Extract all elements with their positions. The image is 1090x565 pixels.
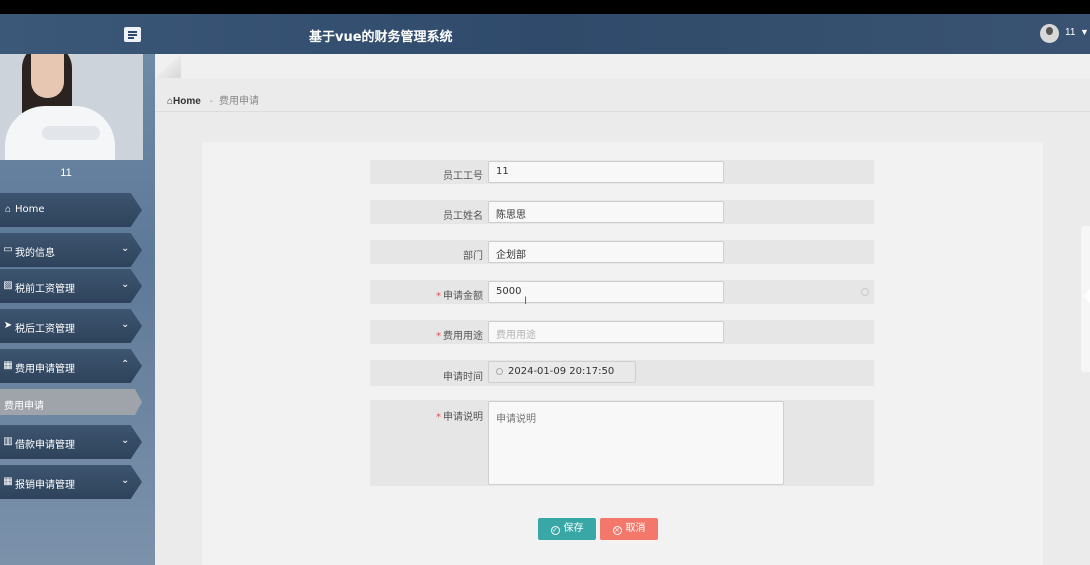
apply-time-label: 申请时间 — [443, 372, 483, 383]
profile-name: 11 — [60, 167, 72, 179]
divider — [155, 111, 1090, 112]
chevron-down-icon: ⌄ — [121, 279, 130, 290]
chevron-down-icon: ⌄ — [121, 475, 130, 486]
profile-photo — [0, 54, 143, 160]
chevron-down-icon: ⌄ — [121, 243, 130, 254]
sidebar-item-label: 我的信息 — [15, 248, 55, 259]
main-content: ⌂Home - 费用申请 员工工号 11 员工姓名 陈思思 部门 企划部 * 申请金… — [155, 54, 1090, 565]
clear-icon[interactable] — [861, 288, 869, 296]
app-title: 基于vue的财务管理系统 — [309, 30, 453, 45]
breadcrumb-current: 费用申请 — [218, 96, 259, 107]
sidebar-item-label: 税前工资管理 — [15, 284, 75, 295]
sidebar-item-expense-apply[interactable]: ▦ 费用申请管理 ⌃ — [0, 349, 142, 383]
grid-icon: ▦ — [3, 476, 13, 487]
save-button[interactable]: ✓ 保存 — [538, 518, 596, 540]
menu-toggle-icon[interactable] — [124, 27, 141, 42]
description-textarea[interactable] — [488, 401, 784, 485]
text-cursor-icon: I — [524, 295, 528, 307]
caret-down-icon[interactable]: ▼ — [1080, 27, 1089, 37]
sidebar-item-pretax-salary[interactable]: ▨ 税前工资管理 ⌄ — [0, 269, 142, 303]
amount-label: * 申请金额 — [436, 291, 483, 302]
clock-icon — [496, 368, 503, 375]
form-row-description: * 申请说明 — [370, 400, 874, 486]
user-menu[interactable]: 11 ▼ — [1040, 22, 1090, 46]
send-icon: ➤ — [3, 320, 13, 331]
card-icon: ▭ — [3, 244, 13, 255]
chevron-up-icon: ⌃ — [121, 359, 130, 370]
sidebar-item-label: 费用申请管理 — [15, 364, 75, 375]
employee-name-field[interactable]: 陈思思 — [488, 201, 724, 223]
cancel-button[interactable]: × 取消 — [600, 518, 658, 540]
chevron-down-icon: ⌄ — [121, 319, 130, 330]
sidebar: 11 ⌂ Home ▭ 我的信息 ⌄ ▨ 税前工资管理 ⌄ ➤ 税后工资管理 ⌄… — [0, 54, 155, 565]
form-row-employee-name: 员工姓名 陈思思 — [370, 200, 874, 224]
department-field[interactable]: 企划部 — [488, 241, 724, 263]
breadcrumb-home[interactable]: ⌂Home — [167, 96, 204, 107]
employee-no-field[interactable]: 11 — [488, 161, 724, 183]
form-row-apply-time: 申请时间 2024-01-09 20:17:50 — [370, 360, 874, 386]
purpose-field[interactable]: 费用用途 — [488, 321, 724, 343]
close-circle-icon: × — [612, 526, 622, 535]
apply-time-field[interactable]: 2024-01-09 20:17:50 — [488, 361, 636, 383]
form-row-department: 部门 企划部 — [370, 240, 874, 264]
description-label: * 申请说明 — [436, 412, 483, 423]
sidebar-item-my-info[interactable]: ▭ 我的信息 ⌄ — [0, 233, 142, 267]
sidebar-item-home[interactable]: ⌂ Home — [0, 193, 142, 227]
sidebar-item-reimburse-apply[interactable]: ▦ 报销申请管理 ⌄ — [0, 465, 142, 499]
home-icon: ⌂ — [4, 204, 12, 215]
sidebar-subitem-label: 费用申请 — [4, 401, 44, 412]
sidebar-item-label: 税后工资管理 — [15, 324, 75, 335]
employee-no-label: 员工工号 — [443, 171, 483, 182]
department-label: 部门 — [463, 251, 483, 262]
sidebar-item-loan-apply[interactable]: ▥ 借款申请管理 ⌄ — [0, 425, 142, 459]
form-row-amount: * 申请金额 5000 — [370, 280, 874, 304]
sidebar-subitem-expense[interactable]: 费用申请 — [0, 389, 142, 415]
sidebar-item-aftertax-salary[interactable]: ➤ 税后工资管理 ⌄ — [0, 309, 142, 343]
breadcrumb-separator: - — [209, 96, 213, 107]
tab-strip — [155, 54, 1090, 78]
tab-corner — [155, 54, 181, 78]
employee-name-label: 员工姓名 — [443, 211, 483, 222]
user-avatar[interactable] — [1040, 24, 1059, 43]
top-navbar: 基于vue的财务管理系统 11 ▼ — [0, 14, 1090, 54]
chevron-down-icon: ⌄ — [121, 435, 130, 446]
sidebar-item-label: Home — [15, 204, 45, 215]
sidebar-item-label: 报销申请管理 — [15, 480, 75, 491]
sidebar-item-label: 借款申请管理 — [15, 440, 75, 451]
chevron-left-icon[interactable] — [1083, 289, 1090, 303]
form-row-purpose: * 费用用途 费用用途 — [370, 320, 874, 344]
breadcrumb: ⌂Home - 费用申请 — [167, 92, 259, 107]
top-black-strip — [0, 0, 1090, 14]
bar-icon: ▥ — [3, 436, 13, 447]
form-row-employee-no: 员工工号 11 — [370, 160, 874, 184]
purpose-label: * 费用用途 — [436, 331, 483, 342]
grid-icon: ▦ — [3, 360, 13, 371]
form-panel: 员工工号 11 员工姓名 陈思思 部门 企划部 * 申请金额 5000 * 费用用途… — [202, 142, 1043, 565]
user-name[interactable]: 11 — [1065, 27, 1075, 38]
check-circle-icon: ✓ — [550, 526, 560, 535]
chart-icon: ▨ — [3, 280, 13, 291]
